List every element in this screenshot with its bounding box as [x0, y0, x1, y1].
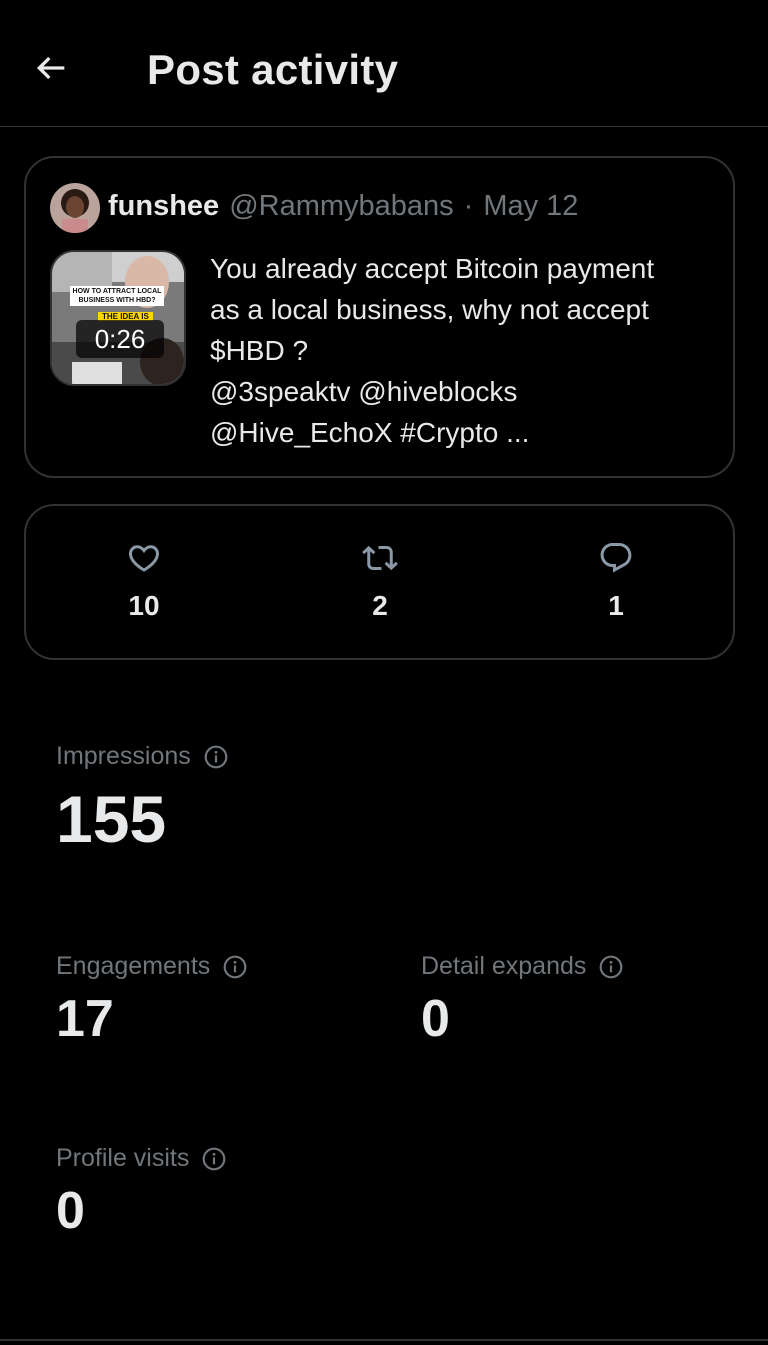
profile-visits-value: 0	[56, 1182, 85, 1240]
video-duration: 0:26	[76, 320, 164, 358]
info-icon[interactable]	[201, 1146, 227, 1172]
post-date: May 12	[483, 189, 579, 222]
detail-expands-label: Detail expands	[421, 952, 587, 980]
thumbnail-caption: HOW TO ATTRACT LOCAL BUSINESS WITH HBD?	[70, 286, 164, 306]
post-preview-card[interactable]: funshee @Rammybabans · May 12 HOW TO ATT…	[24, 156, 735, 478]
likes-count: 10	[128, 590, 160, 621]
back-button[interactable]	[26, 44, 76, 92]
post-text-line: You already accept Bitcoin payment	[210, 253, 655, 284]
engagements-label: Engagements	[56, 952, 211, 980]
heart-icon	[126, 540, 162, 576]
page-title: Post activity	[147, 46, 399, 93]
replies-count: 1	[608, 590, 624, 621]
bottom-divider	[0, 1339, 768, 1341]
likes-stat[interactable]: 10	[84, 540, 204, 622]
replies-stat[interactable]: 1	[556, 540, 676, 622]
author-name[interactable]: funshee	[108, 190, 219, 223]
post-text-line: $HBD ?	[210, 335, 309, 366]
author-handle[interactable]: @Rammybabans	[229, 190, 453, 223]
profile-visits-metric: Profile visits 0	[56, 1144, 227, 1243]
author-row: funshee @Rammybabans · May 12	[108, 186, 578, 226]
impressions-metric: Impressions 155	[56, 742, 229, 859]
post-text-line: as a local business, why not accept	[210, 294, 649, 325]
detail-expands-metric: Detail expands 0	[421, 952, 624, 1051]
back-arrow-icon	[36, 56, 65, 80]
top-app-bar: Post activity	[0, 0, 768, 127]
info-icon[interactable]	[222, 954, 248, 980]
profile-visits-label: Profile visits	[56, 1144, 190, 1172]
author-avatar[interactable]	[50, 183, 100, 233]
engagements-value: 17	[56, 990, 114, 1048]
video-thumbnail[interactable]: HOW TO ATTRACT LOCAL BUSINESS WITH HBD? …	[50, 250, 186, 386]
engagement-summary: 10 2 1	[24, 504, 735, 660]
info-icon[interactable]	[203, 744, 229, 770]
detail-expands-value: 0	[421, 990, 450, 1048]
impressions-value: 155	[56, 782, 167, 856]
impressions-label: Impressions	[56, 742, 191, 770]
separator-dot: ·	[463, 189, 474, 222]
post-text-line: @Hive_EchoX #Crypto ...	[210, 417, 530, 448]
info-icon[interactable]	[598, 954, 624, 980]
reposts-count: 2	[372, 590, 388, 621]
reply-icon	[598, 540, 634, 576]
post-text: You already accept Bitcoin payment as a …	[210, 248, 720, 453]
repost-icon	[362, 540, 398, 576]
engagements-metric: Engagements 17	[56, 952, 248, 1051]
reposts-stat[interactable]: 2	[320, 540, 440, 622]
post-text-line: @3speaktv @hiveblocks	[210, 376, 518, 407]
